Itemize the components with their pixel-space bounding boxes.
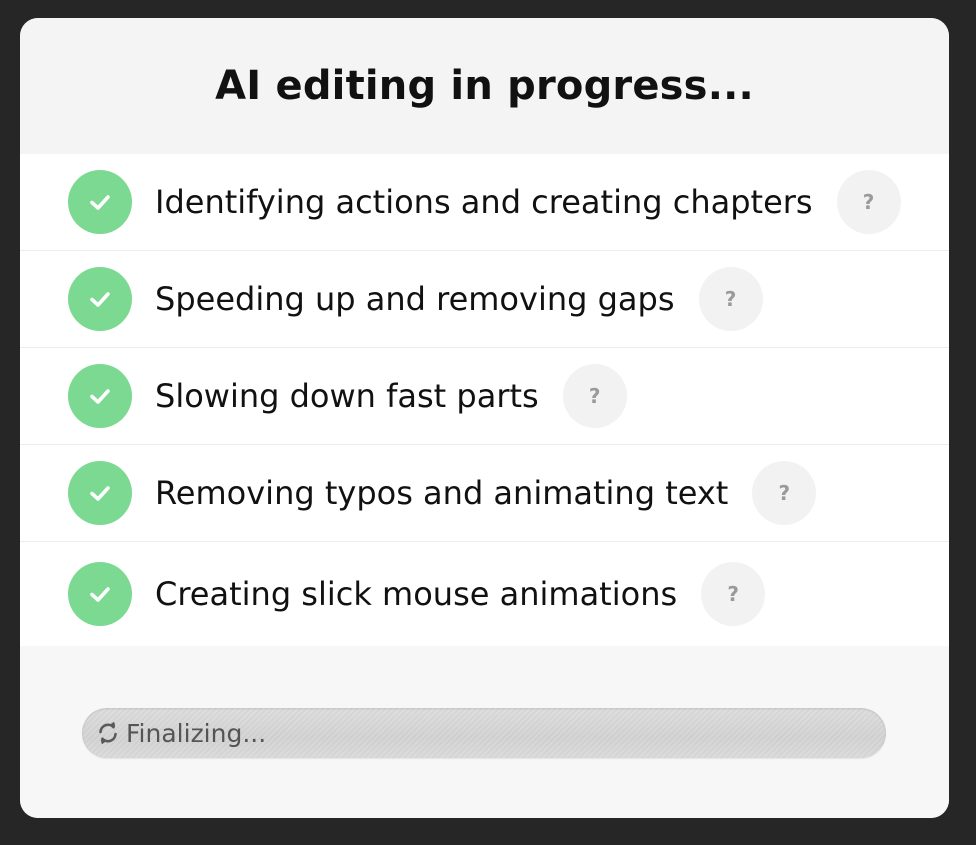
check-icon — [68, 562, 132, 626]
question-mark-icon: ? — [862, 190, 875, 214]
step-label: Slowing down fast parts — [155, 377, 539, 415]
help-button[interactable]: ? — [752, 461, 817, 525]
ai-editing-dialog: AI editing in progress... Identifying ac… — [20, 18, 949, 818]
step-label: Identifying actions and creating chapter… — [155, 183, 813, 221]
check-icon — [68, 461, 132, 525]
step-item: Speeding up and removing gaps ? — [20, 251, 949, 348]
dialog-title: AI editing in progress... — [215, 63, 754, 109]
question-mark-icon: ? — [588, 384, 601, 408]
step-item: Slowing down fast parts ? — [20, 348, 949, 445]
progress-label: Finalizing... — [126, 718, 267, 748]
check-icon — [68, 267, 132, 331]
question-mark-icon: ? — [724, 287, 737, 311]
step-label: Speeding up and removing gaps — [155, 280, 675, 318]
step-item: Creating slick mouse animations ? — [20, 542, 949, 646]
step-item: Removing typos and animating text ? — [20, 445, 949, 542]
dialog-header: AI editing in progress... — [20, 18, 949, 154]
step-item: Identifying actions and creating chapter… — [20, 154, 949, 251]
help-button[interactable]: ? — [698, 267, 763, 331]
check-icon — [68, 364, 132, 428]
dialog-footer: Finalizing... — [20, 658, 949, 818]
step-label: Removing typos and animating text — [155, 474, 729, 512]
progress-bar: Finalizing... — [82, 708, 886, 758]
refresh-icon — [95, 720, 121, 746]
check-icon — [68, 170, 132, 234]
steps-list: Identifying actions and creating chapter… — [20, 154, 949, 646]
help-button[interactable]: ? — [562, 364, 627, 428]
step-label: Creating slick mouse animations — [155, 575, 678, 613]
question-mark-icon: ? — [778, 481, 791, 505]
question-mark-icon: ? — [727, 582, 739, 606]
help-button[interactable]: ? — [836, 170, 901, 234]
help-button[interactable]: ? — [701, 562, 766, 626]
